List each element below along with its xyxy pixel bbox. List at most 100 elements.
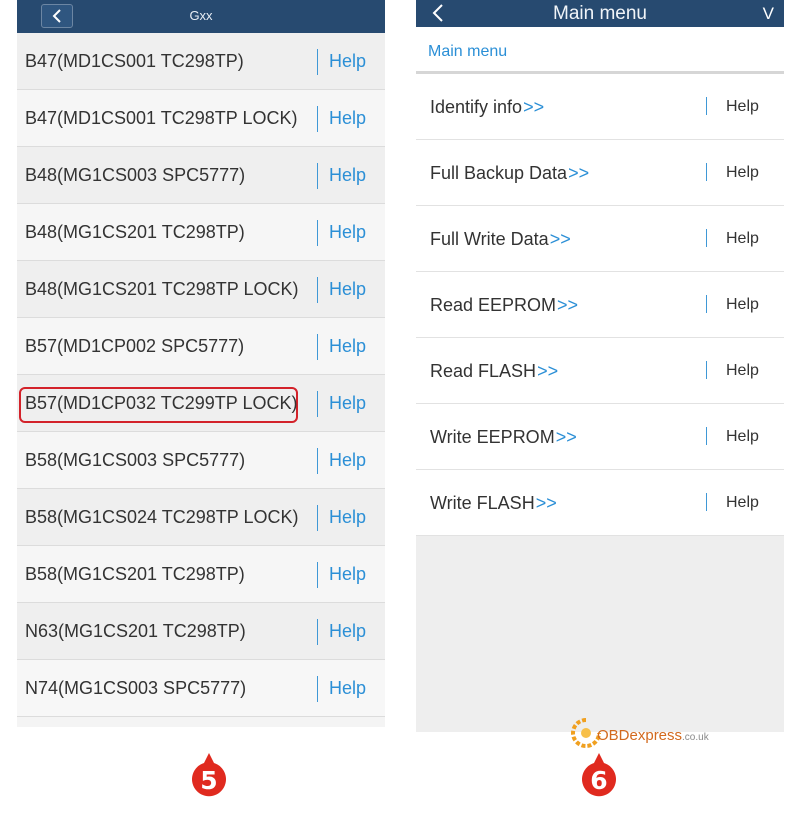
menu-item-write-eeprom[interactable]: Write EEPROM>> Help	[416, 404, 784, 470]
divider	[706, 229, 707, 247]
divider	[317, 163, 318, 189]
watermark-logo: OBDexpress.co.uk	[571, 716, 731, 752]
divider	[317, 391, 318, 417]
help-link[interactable]: Help	[329, 393, 366, 414]
menu-item-full-backup-data[interactable]: Full Backup Data>> Help	[416, 140, 784, 206]
help-link[interactable]: Help	[329, 165, 366, 186]
help-link[interactable]: Help	[726, 230, 759, 248]
menu-item-text: Read FLASH>>	[430, 361, 558, 382]
breadcrumb: Main menu	[416, 27, 784, 74]
list-item-label: B47(MD1CS001 TC298TP LOCK)	[25, 108, 298, 128]
divider	[706, 493, 707, 511]
menu-item-text: Full Backup Data>>	[430, 163, 589, 184]
help-link[interactable]: Help	[329, 279, 366, 300]
menu-item-label: Read FLASH	[430, 361, 537, 381]
menu-item-label: Full Backup Data	[430, 163, 568, 183]
step-number: 5	[200, 766, 218, 795]
menu-item-arrow: >>	[555, 427, 577, 447]
menu-item-text: Write FLASH>>	[430, 493, 557, 514]
divider	[317, 277, 318, 303]
list-item[interactable]: B48(MG1CS003 SPC5777) Help	[17, 147, 385, 204]
main-menu-list: Identify info>> Help Full Backup Data>> …	[416, 74, 784, 536]
menu-item-text: Identify info>>	[430, 97, 544, 118]
menu-item-arrow: >>	[535, 493, 557, 513]
help-link[interactable]: Help	[329, 564, 366, 585]
list-item-label: B58(MG1CS024 TC298TP LOCK)	[25, 507, 299, 527]
list-item-label: B58(MG1CS003 SPC5777)	[25, 450, 246, 470]
menu-item-label: Write EEPROM	[430, 427, 555, 447]
ecu-type-list: B47(MD1CS001 TC298TP) Help B47(MD1CS001 …	[17, 33, 385, 717]
menu-item-read-eeprom[interactable]: Read EEPROM>> Help	[416, 272, 784, 338]
help-link[interactable]: Help	[726, 362, 759, 380]
list-item[interactable]: B58(MG1CS201 TC298TP) Help	[17, 546, 385, 603]
menu-item-label: Write FLASH	[430, 493, 535, 513]
help-link[interactable]: Help	[329, 507, 366, 528]
list-item-selected[interactable]: B57(MD1CP032 TC299TP LOCK) Help	[17, 375, 385, 432]
divider	[706, 361, 707, 379]
help-link[interactable]: Help	[329, 621, 366, 642]
list-item[interactable]: N63(MG1CS201 TC298TP) Help	[17, 603, 385, 660]
divider	[317, 448, 318, 474]
menu-item-text: Read EEPROM>>	[430, 295, 578, 316]
list-item-label: N74(MG1CS003 SPC5777)	[25, 678, 247, 698]
list-item-label: B48(MG1CS201 TC298TP LOCK)	[25, 279, 299, 299]
list-item[interactable]: B48(MG1CS201 TC298TP) Help	[17, 204, 385, 261]
list-item[interactable]: N74(MG1CS003 SPC5777) Help	[17, 660, 385, 717]
menu-item-label: Identify info	[430, 97, 523, 117]
step-number: 6	[590, 766, 608, 795]
divider	[317, 505, 318, 531]
list-item-label: B48(MG1CS201 TC298TP)	[25, 222, 245, 242]
watermark-text: OBDexpress.co.uk	[597, 727, 709, 744]
step-badge-5: 5	[191, 752, 227, 797]
right-header-bar: Main menu V	[416, 0, 784, 27]
help-link[interactable]: Help	[726, 428, 759, 446]
divider	[317, 676, 318, 702]
help-link[interactable]: Help	[726, 494, 759, 512]
divider	[706, 97, 707, 115]
list-item-label: B47(MD1CS001 TC298TP)	[25, 51, 244, 71]
divider	[317, 334, 318, 360]
menu-item-text: Write EEPROM>>	[430, 427, 577, 448]
watermark-brand: OBDexpress	[597, 727, 683, 744]
menu-item-text: Full Write Data>>	[430, 229, 571, 250]
help-link[interactable]: Help	[329, 222, 366, 243]
menu-item-arrow: >>	[537, 361, 559, 381]
list-item[interactable]: B47(MD1CS001 TC298TP LOCK) Help	[17, 90, 385, 147]
step-badge-6: 6	[581, 752, 617, 797]
list-item-label: B48(MG1CS003 SPC5777)	[25, 165, 246, 185]
menu-item-arrow: >>	[568, 163, 590, 183]
help-link[interactable]: Help	[329, 108, 366, 129]
menu-item-read-flash[interactable]: Read FLASH>> Help	[416, 338, 784, 404]
left-header-title: Gxx	[189, 8, 213, 23]
help-link[interactable]: Help	[726, 296, 759, 314]
left-screen: Gxx B47(MD1CS001 TC298TP) Help B47(MD1CS…	[17, 0, 385, 727]
menu-item-label: Read EEPROM	[430, 295, 557, 315]
help-link[interactable]: Help	[329, 51, 366, 72]
list-item[interactable]: B58(MG1CS003 SPC5777) Help	[17, 432, 385, 489]
help-link[interactable]: Help	[329, 450, 366, 471]
divider	[317, 49, 318, 75]
version-label[interactable]: V	[763, 4, 774, 24]
right-screen: Main menu V Main menu Identify info>> He…	[416, 0, 784, 732]
menu-item-identify-info[interactable]: Identify info>> Help	[416, 74, 784, 140]
list-item[interactable]: B48(MG1CS201 TC298TP LOCK) Help	[17, 261, 385, 318]
help-link[interactable]: Help	[329, 336, 366, 357]
menu-item-write-flash[interactable]: Write FLASH>> Help	[416, 470, 784, 536]
list-item-label: B57(MD1CP032 TC299TP LOCK)	[25, 393, 298, 413]
divider	[317, 220, 318, 246]
breadcrumb-item[interactable]: Main menu	[428, 43, 507, 61]
help-link[interactable]: Help	[726, 98, 759, 116]
menu-item-label: Full Write Data	[430, 229, 549, 249]
menu-item-arrow: >>	[523, 97, 545, 117]
left-header-bar: Gxx	[17, 0, 385, 33]
list-item-label: B58(MG1CS201 TC298TP)	[25, 564, 245, 584]
list-item[interactable]: B57(MD1CP002 SPC5777) Help	[17, 318, 385, 375]
list-item[interactable]: B58(MG1CS024 TC298TP LOCK) Help	[17, 489, 385, 546]
list-item[interactable]: B47(MD1CS001 TC298TP) Help	[17, 33, 385, 90]
menu-item-arrow: >>	[557, 295, 579, 315]
list-item-label: N63(MG1CS201 TC298TP)	[25, 621, 246, 641]
menu-item-full-write-data[interactable]: Full Write Data>> Help	[416, 206, 784, 272]
help-link[interactable]: Help	[329, 678, 366, 699]
list-item-label: B57(MD1CP002 SPC5777)	[25, 336, 245, 356]
help-link[interactable]: Help	[726, 164, 759, 182]
